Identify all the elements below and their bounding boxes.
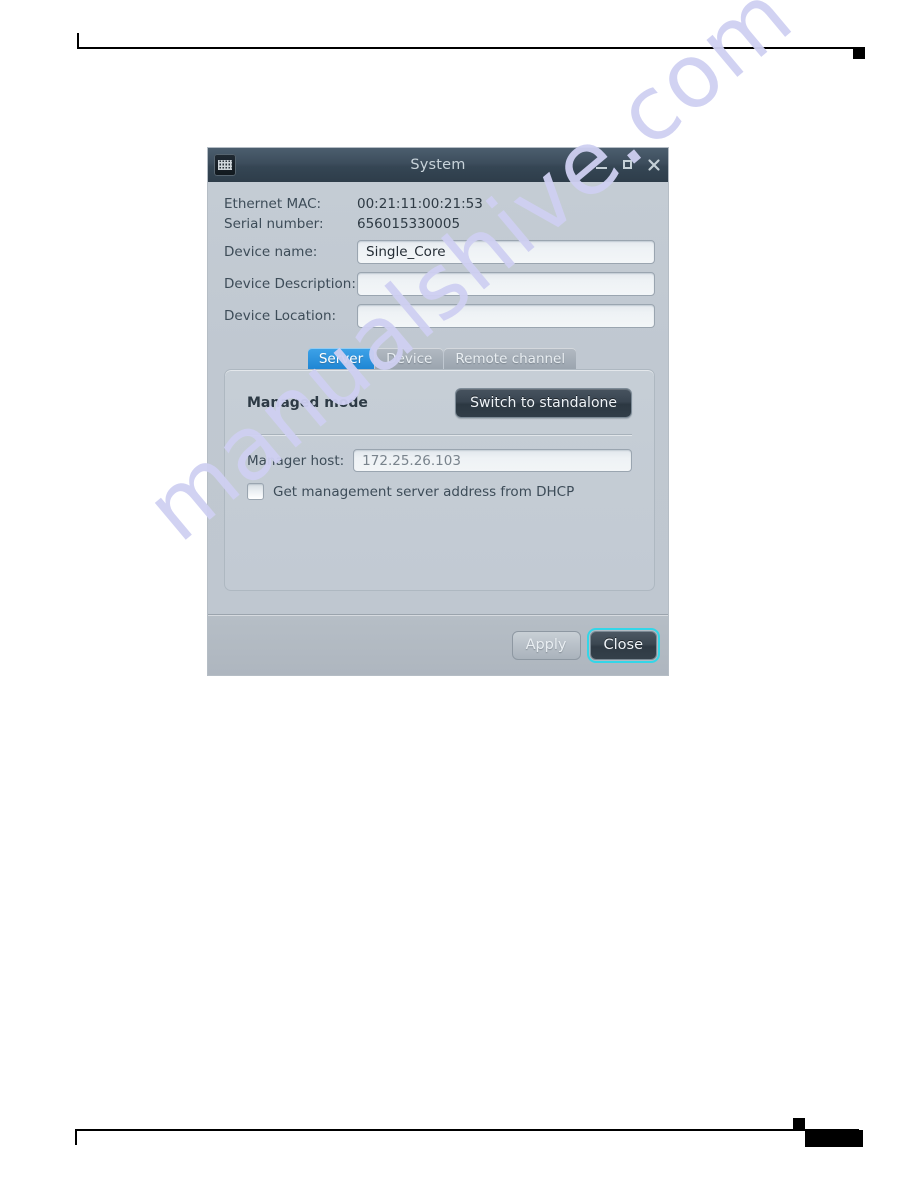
server-tab-panel: Managed mode Switch to standalone Manage… bbox=[224, 369, 655, 591]
ethernet-mac-label: Ethernet MAC: bbox=[224, 196, 322, 212]
managed-mode-label: Managed mode bbox=[247, 395, 368, 411]
device-description-label: Device Description: bbox=[224, 276, 356, 292]
tab-device[interactable]: Device bbox=[375, 348, 444, 369]
ethernet-mac-value: 00:21:11:00:21:53 bbox=[357, 196, 483, 212]
tab-remote-channel[interactable]: Remote channel bbox=[444, 348, 577, 369]
managed-mode-row: Managed mode Switch to standalone bbox=[247, 388, 632, 418]
apply-button[interactable]: Apply bbox=[511, 630, 581, 660]
system-dialog-window: System Ethernet MAC: 00:21:11:00:21:53 S… bbox=[208, 148, 668, 675]
window-controls bbox=[595, 158, 661, 172]
tab-server[interactable]: Server bbox=[307, 348, 375, 369]
footer-rule bbox=[75, 1129, 859, 1131]
device-location-input[interactable] bbox=[357, 304, 655, 328]
keypad-icon bbox=[214, 154, 236, 176]
serial-number-value: 656015330005 bbox=[357, 216, 461, 232]
footer-tick-mark bbox=[75, 1129, 77, 1145]
ethernet-mac-row: Ethernet MAC: 00:21:11:00:21:53 bbox=[224, 196, 655, 212]
manager-host-row: Manager host: 172.25.26.103 bbox=[247, 449, 632, 472]
minimize-icon[interactable] bbox=[595, 158, 609, 172]
header-rule bbox=[77, 47, 859, 49]
dhcp-checkbox[interactable] bbox=[247, 483, 264, 500]
manager-host-input[interactable]: 172.25.26.103 bbox=[353, 449, 632, 472]
serial-number-label: Serial number: bbox=[224, 216, 324, 232]
device-description-row: Device Description: bbox=[224, 272, 655, 296]
device-description-input[interactable] bbox=[357, 272, 655, 296]
dhcp-checkbox-label: Get management server address from DHCP bbox=[273, 483, 575, 500]
device-name-row: Device name: Single_Core bbox=[224, 240, 655, 264]
device-location-row: Device Location: bbox=[224, 304, 655, 328]
switch-to-standalone-button[interactable]: Switch to standalone bbox=[455, 388, 632, 418]
manager-host-label: Manager host: bbox=[247, 452, 345, 469]
manual-page: manualshive.com System Ethernet MAC: 00:… bbox=[0, 0, 918, 1188]
header-corner-square bbox=[853, 47, 865, 59]
close-icon[interactable] bbox=[647, 158, 661, 172]
close-button[interactable]: Close bbox=[586, 627, 660, 663]
dhcp-checkbox-row: Get management server address from DHCP bbox=[247, 483, 632, 500]
tab-strip: Server Device Remote channel bbox=[224, 348, 655, 369]
dialog-body: Ethernet MAC: 00:21:11:00:21:53 Serial n… bbox=[208, 182, 668, 614]
footer-page-number-redaction bbox=[805, 1130, 863, 1147]
device-name-label: Device name: bbox=[224, 244, 318, 260]
serial-number-row: Serial number: 656015330005 bbox=[224, 216, 655, 232]
dialog-footer: Apply Close bbox=[208, 614, 668, 675]
window-titlebar[interactable]: System bbox=[208, 148, 668, 182]
device-location-label: Device Location: bbox=[224, 308, 337, 324]
panel-divider bbox=[247, 434, 632, 435]
maximize-icon[interactable] bbox=[621, 158, 635, 172]
device-name-input[interactable]: Single_Core bbox=[357, 240, 655, 264]
